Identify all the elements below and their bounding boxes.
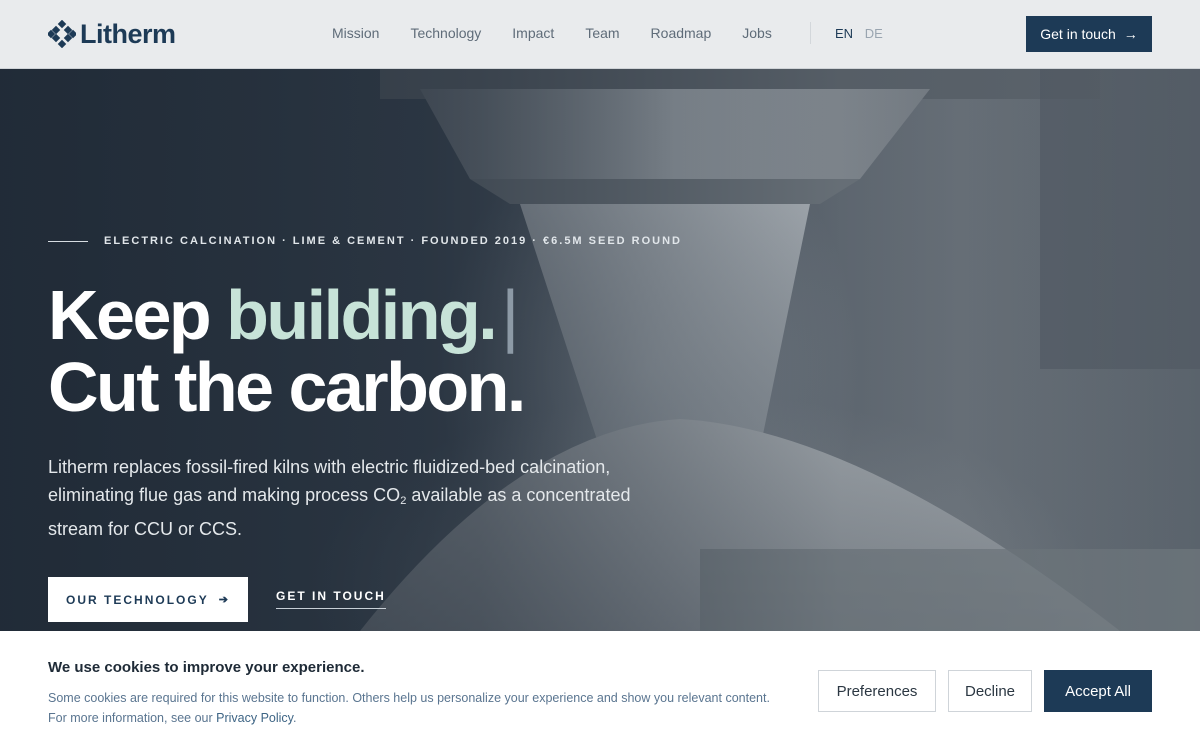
cookie-banner: We use cookies to improve your experienc… xyxy=(0,631,1200,750)
nav-impact[interactable]: Impact xyxy=(512,25,554,41)
our-technology-button[interactable]: OUR TECHNOLOGY ➔ xyxy=(48,577,248,622)
cookie-desc-line1: Some cookies are required for this websi… xyxy=(48,691,770,705)
language-divider xyxy=(810,22,811,44)
cookie-description: Some cookies are required for this websi… xyxy=(48,688,808,728)
lang-de[interactable]: DE xyxy=(865,26,883,41)
nav-technology[interactable]: Technology xyxy=(410,25,481,41)
site-header: Litherm Mission Technology Impact Team R… xyxy=(0,0,1200,69)
logo-text: Litherm xyxy=(80,18,176,49)
headline-building: building. xyxy=(226,276,498,354)
arrow-right-icon: → xyxy=(1123,26,1138,42)
logo-mark-icon xyxy=(48,20,76,48)
our-technology-label: OUR TECHNOLOGY xyxy=(66,592,209,607)
cookie-desc-line2-prefix: For more information, see our xyxy=(48,711,217,725)
hero-section: ELECTRIC CALCINATION · LIME & CEMENT · F… xyxy=(0,69,1200,631)
headline-cursor: | xyxy=(501,276,519,354)
hero-headline: Keep building.| Cut the carbon. xyxy=(48,276,526,426)
main-nav: Mission Technology Impact Team Roadmap J… xyxy=(332,25,803,41)
hero-lead-paragraph: Litherm replaces fossil-fired kilns with… xyxy=(48,453,638,543)
header-get-in-touch-button[interactable]: Get in touch → xyxy=(1026,16,1152,52)
headline-line-2: Cut the carbon. xyxy=(48,348,526,426)
nav-mission[interactable]: Mission xyxy=(332,25,379,41)
nav-roadmap[interactable]: Roadmap xyxy=(651,25,712,41)
lang-en[interactable]: EN xyxy=(835,26,853,41)
nav-team[interactable]: Team xyxy=(585,25,619,41)
cookie-title: We use cookies to improve your experienc… xyxy=(48,659,365,676)
nav-jobs[interactable]: Jobs xyxy=(742,25,772,41)
eyebrow-text: ELECTRIC CALCINATION · LIME & CEMENT · F… xyxy=(104,235,682,247)
hero-get-in-touch-link[interactable]: GET IN TOUCH xyxy=(276,589,386,609)
hero-eyebrow: ELECTRIC CALCINATION · LIME & CEMENT · F… xyxy=(48,235,682,247)
arrow-right-icon: ➔ xyxy=(218,594,230,606)
cookie-desc-line2-suffix: . xyxy=(293,711,297,725)
header-cta-label: Get in touch xyxy=(1040,26,1116,42)
eyebrow-rule xyxy=(48,240,88,242)
cookie-preferences-button[interactable]: Preferences xyxy=(818,670,936,712)
cookie-decline-button[interactable]: Decline xyxy=(948,670,1032,712)
privacy-policy-link[interactable]: Privacy Policy xyxy=(216,711,293,725)
language-switcher: EN DE xyxy=(835,26,891,41)
logo[interactable]: Litherm xyxy=(48,19,176,49)
headline-keep: Keep xyxy=(48,276,212,354)
cookie-accept-all-button[interactable]: Accept All xyxy=(1044,670,1152,712)
